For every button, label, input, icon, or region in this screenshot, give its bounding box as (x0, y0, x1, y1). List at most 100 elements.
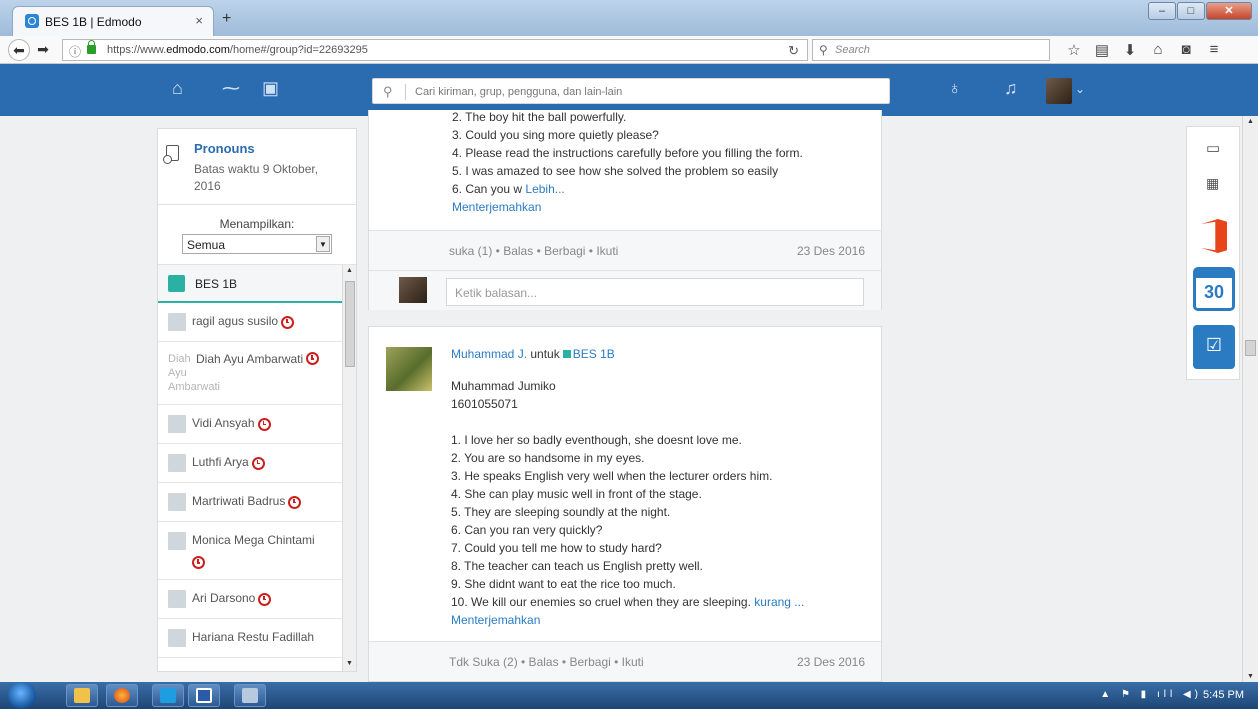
activity-icon[interactable]: ⁓ (222, 78, 240, 99)
menu-icon[interactable]: ≡ (1200, 41, 1228, 59)
list-item[interactable]: Martriwati Badrus (158, 483, 342, 522)
translate-link[interactable]: Menterjemahkan (452, 198, 872, 216)
address-bar[interactable]: ⓘ https://www.edmodo.com/home#/group?id=… (62, 39, 808, 61)
post-line: 5. They are sleeping soundly at the nigh… (451, 505, 671, 519)
member-name: ragil agus susilo (192, 314, 279, 329)
list-item[interactable]: Luthfi Arya (158, 444, 342, 483)
page-scrollbar[interactable]: ▲ ▼ (1242, 116, 1258, 682)
skype-button[interactable] (152, 684, 184, 707)
home-icon[interactable]: ⌂ (172, 78, 183, 99)
list-item[interactable]: Ari Darsono (158, 580, 342, 619)
chevron-down-icon[interactable]: ⌄ (1075, 82, 1085, 96)
scroll-down-icon[interactable]: ▼ (1247, 673, 1254, 680)
members-panel: Pronouns Batas waktu 9 Oktober, 2016 Men… (157, 128, 357, 672)
reply-input[interactable]: Ketik balasan... (446, 278, 864, 306)
filter-label: Menampilkan: (219, 217, 295, 231)
new-tab-button[interactable]: + (222, 10, 231, 28)
scroll-up-icon[interactable]: ▲ (1247, 118, 1254, 125)
forward-button[interactable]: ➡ (32, 39, 54, 61)
search-divider (405, 84, 406, 100)
tab-close-icon[interactable]: × (195, 13, 203, 28)
system-tray[interactable]: ▲ ⚑ ▮ ıll ◀) (1100, 689, 1202, 700)
clock-icon (306, 352, 320, 365)
taskbar-clock[interactable]: 5:45 PM (1203, 689, 1244, 701)
bookmark-star-icon[interactable]: ☆ (1060, 41, 1088, 59)
explorer-button[interactable] (66, 684, 98, 707)
author-link[interactable]: Muhammad J. (451, 347, 527, 361)
scroll-thumb[interactable] (345, 281, 355, 367)
post-actions[interactable]: Tdk Suka (2) • Balas • Berbagi • Ikuti (449, 655, 644, 669)
backpack-icon[interactable]: ♁ (948, 78, 962, 99)
list-item[interactable]: Hariana Restu Fadillah (158, 619, 342, 658)
group-link[interactable]: BES 1B (573, 347, 615, 361)
start-button[interactable] (8, 682, 36, 709)
reading-list-icon[interactable]: ▤ (1088, 41, 1116, 59)
home-icon[interactable]: ⌂ (1144, 41, 1172, 59)
post-text: Muhammad Jumiko 1601055071 1. I love her… (451, 377, 871, 629)
clock-icon (257, 417, 271, 431)
store-icon[interactable]: ▭ (1206, 139, 1220, 157)
calendar-icon[interactable]: 30 (1193, 267, 1235, 311)
chevron-down-icon[interactable]: ▼ (316, 236, 330, 252)
member-name: Vidi Ansyah (192, 416, 255, 431)
apps-sidebar: ▭ ▦ 30 ☑ (1186, 126, 1240, 380)
assignment-title[interactable]: Pronouns (194, 141, 255, 156)
members-scrollbar[interactable]: ▲ ▼ (342, 265, 356, 671)
post-line: 2. You are so handsome in my eyes. (451, 451, 645, 465)
library-icon[interactable]: ▣ (262, 78, 279, 99)
avatar (399, 277, 427, 303)
search-icon: ⚲ (819, 43, 828, 57)
assignment-card[interactable]: Pronouns Batas waktu 9 Oktober, 2016 (158, 129, 356, 205)
avatar (168, 629, 186, 647)
scroll-up-icon[interactable]: ▲ (346, 267, 353, 274)
filter-select[interactable]: Semua ▼ (182, 234, 332, 254)
search-icon: ⚲ (383, 84, 393, 99)
post-actions[interactable]: suka (1) • Balas • Berbagi • Ikuti (449, 244, 618, 258)
member-list: ragil agus susilo Diah Ayu Ambarwati Diah… (158, 303, 342, 658)
minimize-button[interactable]: – (1148, 2, 1176, 20)
less-link[interactable]: kurang ... (754, 595, 804, 609)
maximize-button[interactable]: □ (1177, 2, 1205, 20)
scroll-down-icon[interactable]: ▼ (346, 660, 353, 667)
avatar-alt-text: Diah Ayu Ambarwati (168, 353, 220, 393)
filter-section: Menampilkan: Semua ▼ (158, 205, 356, 265)
url-text: https://www.edmodo.com/home#/group?id=22… (107, 44, 368, 56)
quiz-icon[interactable]: ☑ (1193, 325, 1235, 369)
download-icon[interactable]: ⬇ (1116, 41, 1144, 59)
word-button[interactable] (188, 684, 220, 707)
assignment-due: Batas waktu 9 Oktober, 2016 (194, 162, 319, 193)
scroll-thumb[interactable] (1245, 340, 1256, 356)
bell-icon[interactable]: ♫ (1004, 78, 1018, 99)
post-line: 4. She can play music well in front of t… (451, 487, 702, 501)
edmodo-favicon-icon (25, 14, 39, 28)
office-icon[interactable] (1197, 219, 1231, 253)
more-link[interactable]: Lebih... (525, 182, 564, 196)
list-item[interactable]: ragil agus susilo (158, 303, 342, 342)
group-color-swatch (168, 275, 185, 292)
pocket-icon[interactable]: ◙ (1172, 41, 1200, 59)
avatar (168, 313, 186, 331)
recipient-label: untuk (530, 347, 560, 361)
info-icon[interactable]: ⓘ (69, 43, 81, 60)
avatar[interactable] (386, 347, 432, 391)
list-item[interactable]: Diah Ayu Ambarwati Diah Ayu Ambarwati (158, 342, 342, 405)
avatar (168, 532, 186, 550)
close-window-button[interactable]: ✕ (1206, 2, 1252, 20)
post-line: 3. Could you sing more quietly please? (452, 128, 659, 142)
user-avatar[interactable] (1046, 78, 1072, 104)
list-item[interactable]: Vidi Ansyah (158, 405, 342, 444)
reload-icon[interactable]: ↻ (788, 43, 799, 59)
translate-link[interactable]: Menterjemahkan (451, 611, 871, 629)
apps-grid-icon[interactable]: ▦ (1206, 175, 1219, 192)
tab-edmodo[interactable]: BES 1B | Edmodo × (12, 6, 214, 36)
browser-search-field[interactable]: ⚲ Search (812, 39, 1050, 61)
presentation-button[interactable] (234, 684, 266, 707)
post-header: Muhammad J. untuk BES 1B (451, 347, 615, 361)
post-date: 23 Des 2016 (796, 655, 865, 669)
list-item[interactable]: Monica Mega Chintami (158, 522, 342, 580)
back-button[interactable]: ⬅ (8, 39, 30, 61)
firefox-button[interactable] (106, 684, 138, 707)
filter-value: Semua (187, 238, 226, 252)
group-row[interactable]: BES 1B (158, 265, 342, 303)
edmodo-search-input[interactable]: ⚲ Cari kiriman, grup, pengguna, dan lain… (372, 78, 890, 104)
